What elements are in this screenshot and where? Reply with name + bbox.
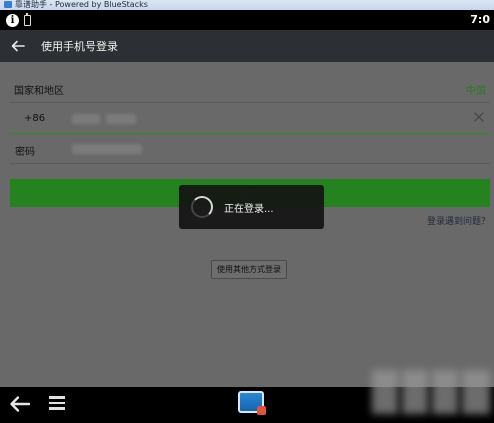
watermark (372, 370, 398, 414)
app-icon (4, 1, 12, 8)
page-title: 使用手机号登录 (41, 40, 118, 53)
window-title: 靠谱助手 - Powered by BlueStacks (15, 0, 148, 9)
divider (10, 102, 490, 103)
status-bar: i 7:0 (0, 10, 494, 30)
bluestacks-icon[interactable] (238, 391, 266, 415)
loading-text: 正在登录... (224, 204, 274, 215)
country-code[interactable]: +86 (24, 113, 45, 124)
redacted-password (72, 144, 142, 154)
menu-icon[interactable] (49, 396, 65, 410)
status-clock: 7:0 (470, 13, 490, 26)
redacted-phone-part (106, 114, 136, 124)
window-title-bar: 靠谱助手 - Powered by BlueStacks (0, 0, 494, 10)
password-label: 密码 (15, 147, 35, 158)
watermark (432, 370, 458, 414)
watermark (462, 370, 490, 414)
region-value[interactable]: 中国 (466, 82, 486, 97)
back-arrow-icon[interactable] (9, 395, 31, 413)
divider (10, 163, 490, 164)
app-toolbar: 使用手机号登录 (0, 30, 494, 62)
spinner-icon (191, 196, 213, 218)
info-icon[interactable]: i (6, 14, 19, 27)
region-label[interactable]: 国家和地区 (14, 82, 64, 97)
battery-icon (24, 13, 31, 26)
watermark (402, 370, 428, 414)
login-problem-link[interactable]: 登录遇到问题？ (427, 214, 490, 227)
arrow-left-icon[interactable] (10, 38, 26, 54)
loading-dialog: 正在登录... (179, 185, 324, 229)
other-login-method-button[interactable]: 使用其他方式登录 (211, 260, 287, 279)
redacted-phone-part (72, 114, 100, 124)
close-icon[interactable] (472, 110, 486, 124)
phone-underline (10, 133, 490, 134)
